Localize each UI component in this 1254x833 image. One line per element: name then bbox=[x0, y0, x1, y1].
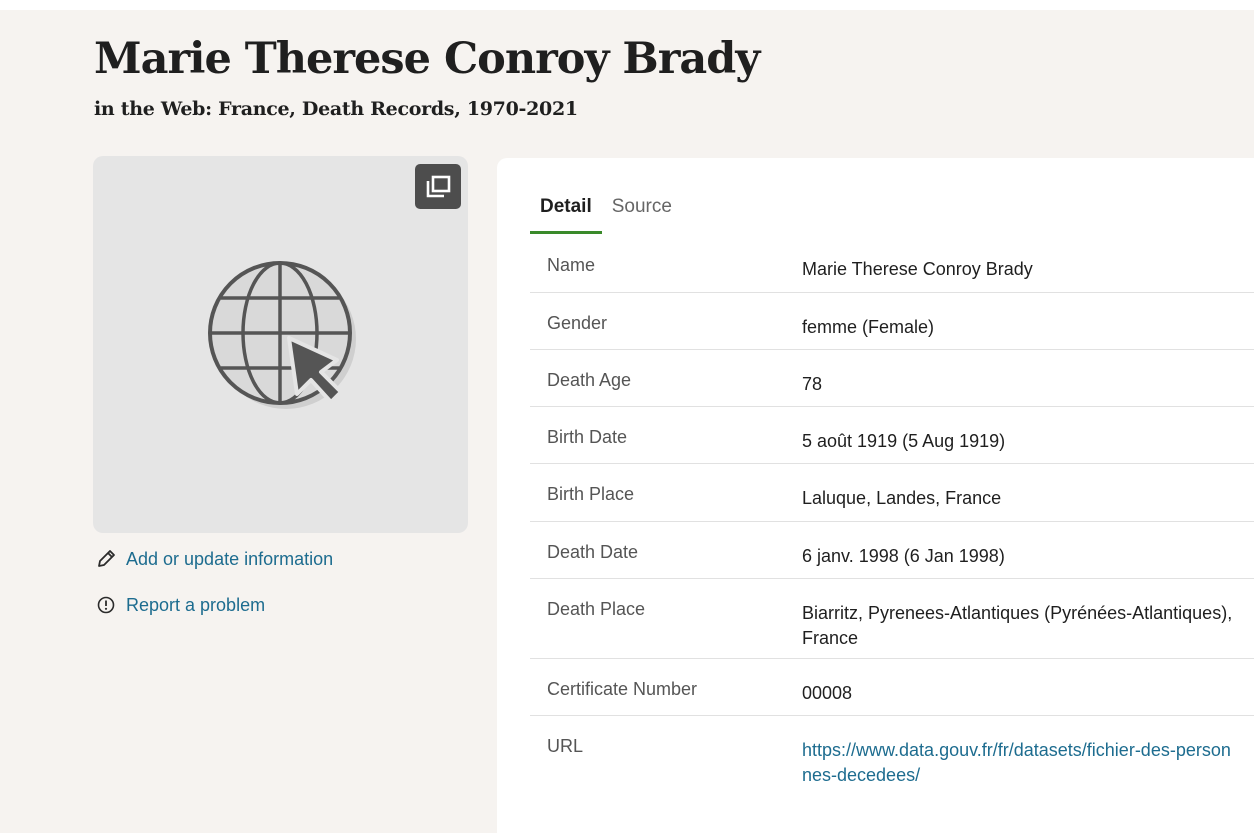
row-label: Death Place bbox=[547, 599, 646, 619]
report-problem-label: Report a problem bbox=[126, 594, 266, 615]
row-label: Gender bbox=[547, 313, 608, 333]
row-value: Biarritz, Pyrenees-Atlantiques (Pyrénées… bbox=[802, 603, 1233, 648]
row-value: Marie Therese Conroy Brady bbox=[802, 259, 1033, 279]
table-row: Death Place Biarritz, Pyrenees-Atlantiqu… bbox=[530, 579, 1254, 659]
row-label: Birth Date bbox=[547, 427, 628, 447]
add-update-label: Add or update information bbox=[126, 548, 334, 569]
row-label: URL bbox=[547, 736, 584, 756]
table-row: Death Date 6 janv. 1998 (6 Jan 1998) bbox=[530, 522, 1254, 579]
row-label: Death Age bbox=[547, 370, 632, 390]
expand-button[interactable] bbox=[415, 164, 461, 209]
globe-cursor-icon bbox=[208, 261, 356, 409]
page-background: Marie Therese Conroy Brady in the Web: F… bbox=[0, 10, 1254, 833]
table-row: Death Age 78 bbox=[530, 350, 1254, 407]
pencil-icon bbox=[98, 550, 115, 567]
row-value: 5 août 1919 (5 Aug 1919) bbox=[802, 431, 1006, 451]
page-title: Marie Therese Conroy Brady bbox=[94, 34, 760, 84]
row-label: Certificate Number bbox=[547, 679, 698, 699]
table-row: Birth Date 5 août 1919 (5 Aug 1919) bbox=[530, 407, 1254, 464]
table-row: URL https://www.data.gouv.fr/fr/datasets… bbox=[530, 716, 1254, 806]
row-value: 00008 bbox=[802, 683, 853, 703]
url-link[interactable]: https://www.data.gouv.fr/fr/datasets/fic… bbox=[802, 716, 1254, 806]
expand-icon bbox=[426, 175, 451, 197]
detail-table: Name Marie Therese Conroy Brady Gender f… bbox=[530, 235, 1254, 806]
row-label: Death Date bbox=[547, 542, 639, 562]
record-actions: Add or update information Report a probl… bbox=[96, 547, 333, 639]
table-row: Name Marie Therese Conroy Brady bbox=[530, 235, 1254, 293]
detail-tabs: Detail Source bbox=[530, 196, 682, 234]
report-problem-link[interactable]: Report a problem bbox=[96, 593, 333, 617]
row-value: femme (Female) bbox=[802, 317, 935, 337]
tab-detail[interactable]: Detail bbox=[530, 196, 602, 234]
row-value: 6 janv. 1998 (6 Jan 1998) bbox=[802, 546, 1005, 566]
tab-source[interactable]: Source bbox=[602, 196, 682, 234]
collection-subtitle: in the Web: France, Death Records, 1970-… bbox=[94, 98, 578, 120]
table-row: Certificate Number 00008 bbox=[530, 659, 1254, 716]
record-media-panel bbox=[93, 156, 468, 533]
record-detail-panel: Detail Source Name Marie Therese Conroy … bbox=[497, 158, 1254, 833]
row-label: Name bbox=[547, 255, 596, 275]
table-row: Birth Place Laluque, Landes, France bbox=[530, 464, 1254, 522]
row-value: 78 bbox=[802, 374, 823, 394]
row-value: Laluque, Landes, France bbox=[802, 488, 1002, 508]
info-circle-icon bbox=[97, 596, 115, 614]
row-label: Birth Place bbox=[547, 484, 635, 504]
add-update-information-link[interactable]: Add or update information bbox=[96, 547, 333, 571]
table-row: Gender femme (Female) bbox=[530, 293, 1254, 350]
